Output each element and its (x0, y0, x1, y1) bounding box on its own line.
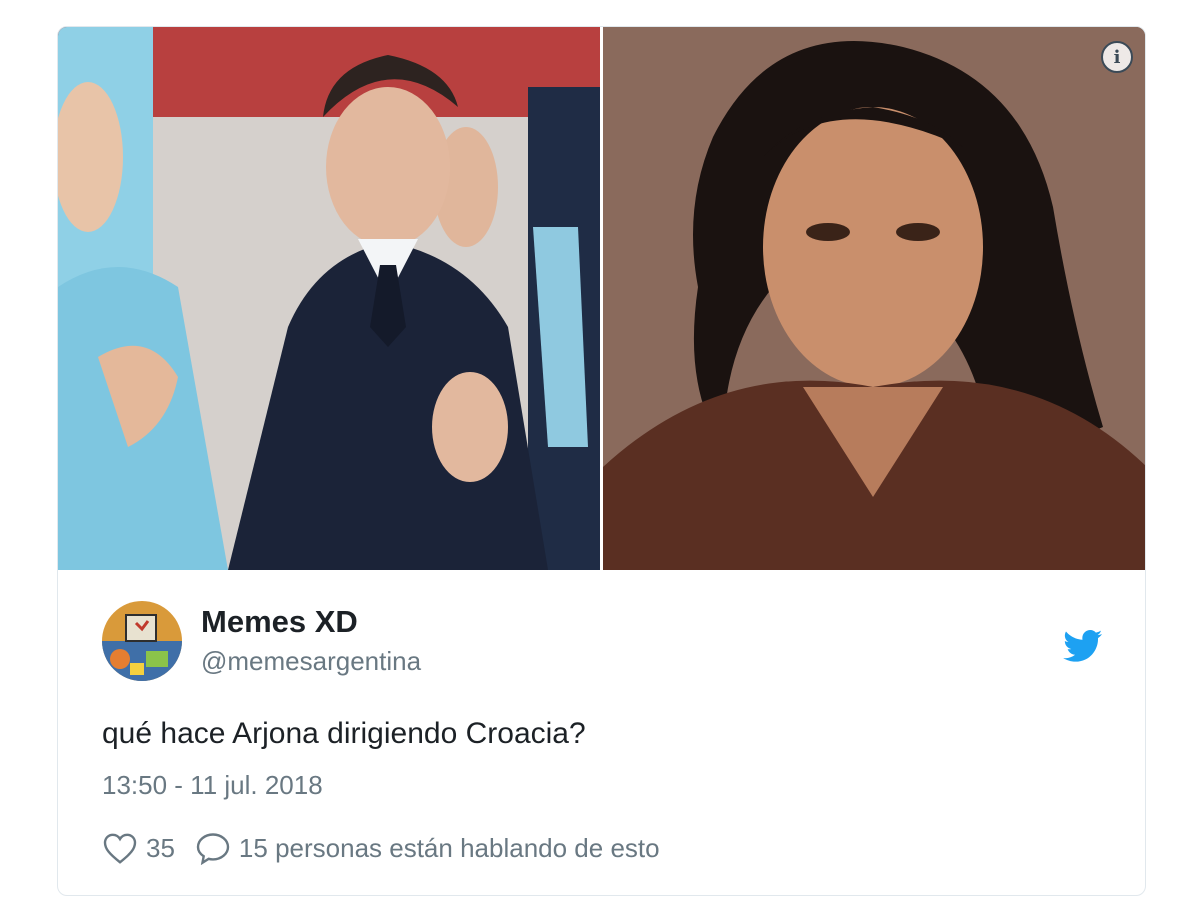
conversation-link[interactable]: 15 personas están hablando de esto (239, 833, 660, 864)
tweet-media[interactable]: i (58, 27, 1145, 570)
speech-bubble-icon (196, 833, 230, 865)
timestamp[interactable]: 13:50 - 11 jul. 2018 (102, 770, 323, 801)
reply-button[interactable]: 15 personas están hablando de esto (195, 831, 660, 865)
avatar[interactable] (102, 601, 182, 681)
like-count: 35 (146, 832, 175, 863)
avatar-image (102, 601, 182, 681)
display-name[interactable]: Memes XD (201, 604, 358, 640)
media-photo-right[interactable]: i (603, 27, 1145, 570)
tweet-card[interactable]: i Memes XD @memesargentina qué hace Arjo… (57, 26, 1146, 896)
info-icon[interactable]: i (1101, 41, 1133, 73)
heart-outline-icon (103, 833, 137, 864)
tweet-actions: 35 15 personas están hablando de esto (102, 828, 660, 868)
photo-left-illustration (58, 27, 600, 570)
media-photo-left[interactable] (58, 27, 600, 570)
like-button[interactable]: 35 (102, 831, 195, 865)
tweet-body: Memes XD @memesargentina qué hace Arjona… (58, 570, 1145, 895)
handle[interactable]: @memesargentina (201, 646, 421, 677)
photo-right-illustration (603, 27, 1145, 570)
twitter-bird-icon[interactable] (1063, 630, 1103, 663)
tweet-text: qué hace Arjona dirigiendo Croacia? (102, 717, 586, 750)
